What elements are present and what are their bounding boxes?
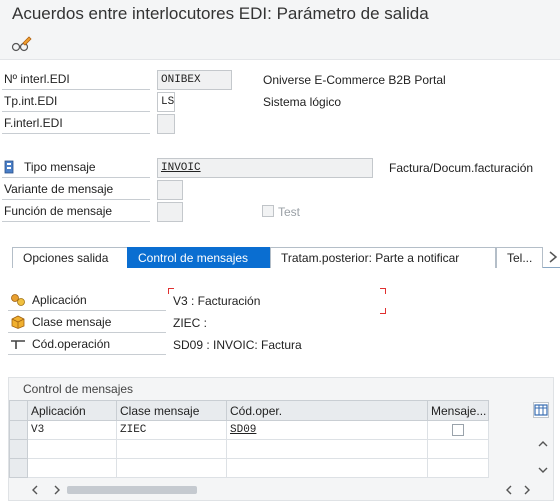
process-code-link[interactable]: SD09 [230,424,256,436]
column-header-change-message[interactable]: Mensaje... [427,400,489,421]
partner-no-label: Nº interl.EDI [2,69,150,90]
tab-output-options[interactable]: Opciones salida [12,247,128,268]
partner-type-description: Sistema lógico [263,95,342,109]
row-selector[interactable] [9,420,28,440]
empty-cell[interactable] [116,458,227,478]
header-form: Nº interl.EDI ONIBEX Oniverse E-Commerce… [0,60,560,240]
message-type-icon [4,160,14,181]
application-icon [10,293,26,314]
message-class-label: Clase mensaje [32,315,112,329]
message-variant-label: Variante de mensaje [2,179,150,200]
partner-no-field[interactable]: ONIBEX [157,70,232,90]
tab-strip: Opciones salida Control de mensajes Trat… [12,247,560,268]
empty-cell[interactable] [427,458,489,478]
message-type-label: Tipo mensaje [24,160,96,174]
empty-cell[interactable] [27,458,117,478]
process-code-value: SD09 : INVOIC: Factura [173,338,302,352]
process-code-label-row: Cód.operación [8,334,166,355]
glasses-pencil-icon[interactable] [10,34,34,56]
message-type-field[interactable]: INVOIC [157,158,373,178]
empty-cell[interactable] [116,439,227,459]
tab-post-processing[interactable]: Tratam.posterior: Parte a notificar [270,247,496,268]
partner-function-field[interactable] [157,114,175,134]
focus-corner-br [380,308,386,314]
column-header-process-code[interactable]: Cód.oper. [226,400,428,421]
empty-cell[interactable] [226,439,428,459]
window-title: Acuerdos entre interlocutores EDI: Parám… [12,4,429,23]
empty-cell[interactable] [226,458,428,478]
partner-function-label: F.interl.EDI [2,113,150,134]
cell-process-code[interactable]: SD09 [226,420,428,440]
message-function-label: Función de mensaje [2,201,150,222]
tab-telephony[interactable]: Tel... [496,247,543,268]
process-code-icon [10,337,26,358]
grid-title: Control de mensajes [23,382,134,396]
change-message-checkbox[interactable] [452,423,464,436]
horizontal-scrollbar[interactable] [29,483,534,497]
column-header-message-class[interactable]: Clase mensaje [116,400,227,421]
cell-application[interactable]: V3 [27,420,117,440]
tab-message-control[interactable]: Control de mensajes [127,247,270,268]
package-icon [10,315,26,336]
row-selector[interactable] [9,439,28,459]
table-row[interactable]: V3 ZIEC SD09 [9,420,489,440]
application-value: V3 : Facturación [173,294,261,308]
empty-cell[interactable] [27,439,117,459]
title-bar: Acuerdos entre interlocutores EDI: Parám… [0,0,560,30]
row-selector-header[interactable] [9,400,28,421]
column-header-application[interactable]: Aplicación [27,400,117,421]
grid-header-row: Aplicación Clase mensaje Cód.oper. Mensa… [9,400,489,421]
empty-cell[interactable] [427,439,489,459]
message-type-description: Factura/Docum.facturación [389,161,534,175]
tab-scroll-right-icon[interactable] [548,251,558,266]
row-selector[interactable] [9,458,28,478]
table-row [9,439,489,459]
message-type-label-row: Tipo mensaje [2,157,150,178]
message-variant-field[interactable] [157,180,183,200]
test-label: Test [278,205,301,219]
message-function-field[interactable] [157,202,183,222]
cell-message-class[interactable]: ZIEC [116,420,227,440]
test-checkbox[interactable] [262,205,274,217]
toolbar [0,30,560,60]
message-control-grid: Control de mensajes Aplicación Clase men… [8,377,554,501]
vertical-scrollbar[interactable] [535,400,551,480]
focus-corner-tl [168,288,174,294]
process-code-label: Cód.operación [32,337,111,351]
grid-table: Aplicación Clase mensaje Cód.oper. Mensa… [9,400,489,478]
application-label-row: Aplicación [8,290,166,311]
focus-corner-tr [380,288,386,294]
partner-type-field[interactable]: LS [157,92,175,112]
cell-change-message[interactable] [427,420,489,440]
table-row [9,458,489,478]
message-class-label-row: Clase mensaje [8,312,166,333]
application-label: Aplicación [32,293,87,307]
message-type-value: INVOIC [161,162,201,174]
partner-no-description: Oniverse E-Commerce B2B Portal [263,73,446,87]
message-class-value: ZIEC : [173,316,208,330]
partner-type-label: Tp.int.EDI [2,91,150,112]
